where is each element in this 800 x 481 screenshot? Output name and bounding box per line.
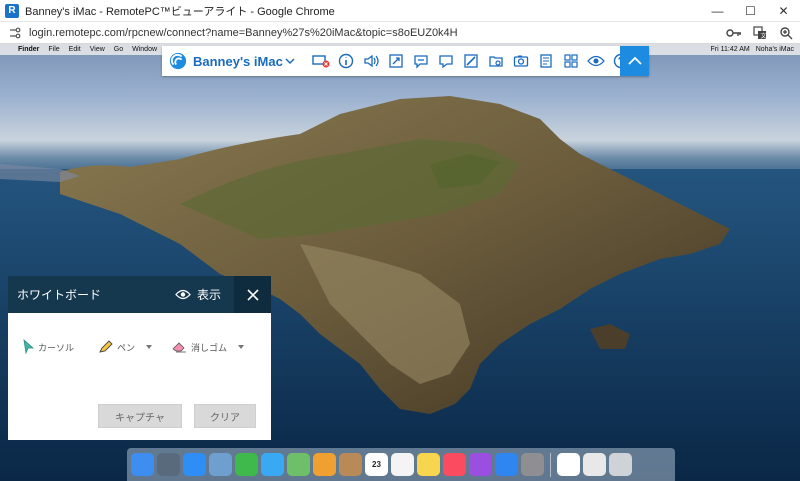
menu-go[interactable]: Go: [114, 46, 123, 53]
window-titlebar: R Banney's iMac - RemotePC™ビューアライト - Goo…: [0, 0, 800, 22]
pen-tool[interactable]: ペン: [98, 340, 153, 354]
menu-window[interactable]: Window: [132, 46, 157, 53]
whiteboard-show-label: 表示: [197, 288, 222, 302]
chevron-down-icon[interactable]: [285, 56, 295, 66]
menubar-status: Fri 11:42 AM Noha's iMac: [711, 44, 794, 55]
notes-icon[interactable]: [534, 49, 559, 73]
whiteboard-icon[interactable]: [459, 49, 484, 73]
address-bar: login.remotepc.com/rpcnew/connect?name=B…: [0, 22, 800, 44]
screenshot-icon[interactable]: [509, 49, 534, 73]
safari-icon[interactable]: [183, 453, 206, 476]
eye-icon: [175, 289, 191, 300]
menubar-clock[interactable]: Fri 11:42 AM: [711, 46, 750, 53]
trash-icon[interactable]: [609, 453, 632, 476]
cursor-icon: [23, 339, 35, 355]
menu-file[interactable]: File: [48, 46, 59, 53]
finder-icon[interactable]: [131, 453, 154, 476]
chrome-icon[interactable]: [557, 453, 580, 476]
eraser-dropdown-icon[interactable]: [238, 345, 245, 349]
window-controls: — ☐ ✕: [701, 0, 800, 22]
remotepc-app-icon: R: [5, 3, 19, 18]
app-store-icon[interactable]: [495, 453, 518, 476]
svg-text:文: 文: [761, 32, 767, 40]
whiteboard-tools: カーソル ペン 消しゴム: [22, 339, 245, 355]
key-icon[interactable]: [726, 25, 742, 41]
close-button[interactable]: ✕: [767, 0, 800, 22]
system-preferences-icon[interactable]: [521, 453, 544, 476]
messages-icon[interactable]: [261, 453, 284, 476]
whiteboard-title: ホワイトボード: [17, 288, 102, 302]
whiteboard-show-toggle[interactable]: 表示: [175, 276, 221, 313]
menu-edit[interactable]: Edit: [69, 46, 81, 53]
whiteboard-header: ホワイトボード 表示: [8, 276, 271, 313]
info-icon[interactable]: [334, 49, 359, 73]
mac-dock: 23: [127, 448, 675, 481]
url-text[interactable]: login.remotepc.com/rpcnew/connect?name=B…: [29, 27, 458, 39]
pen-dropdown-icon[interactable]: [146, 345, 153, 349]
remotepc-logo-icon: [169, 52, 187, 70]
menu-finder[interactable]: Finder: [18, 46, 39, 53]
toolbar-tools: [309, 49, 634, 73]
clear-button[interactable]: クリア: [194, 404, 256, 428]
maximize-button[interactable]: ☐: [734, 0, 767, 22]
eraser-icon: [172, 342, 187, 353]
maps-icon[interactable]: [287, 453, 310, 476]
cursor-tool[interactable]: カーソル: [22, 339, 74, 355]
photos-icon[interactable]: [313, 453, 336, 476]
zoom-icon[interactable]: [778, 25, 794, 41]
translate-icon[interactable]: 文: [752, 25, 768, 41]
message-icon[interactable]: [434, 49, 459, 73]
eraser-tool-label: 消しゴム: [191, 342, 228, 353]
minimize-button[interactable]: —: [701, 0, 734, 22]
remotepc-toolbar: Banney's iMac: [162, 46, 649, 76]
chevron-up-icon: [627, 56, 642, 65]
document-icon[interactable]: [583, 453, 606, 476]
notes-icon[interactable]: [417, 453, 440, 476]
whiteboard-close-button[interactable]: [234, 276, 271, 313]
collapse-toolbar-button[interactable]: [620, 46, 649, 76]
view-icon[interactable]: [584, 49, 609, 73]
music-icon[interactable]: [443, 453, 466, 476]
close-icon: [246, 288, 259, 301]
fullscreen-icon[interactable]: [384, 49, 409, 73]
menubar-user[interactable]: Noha's iMac: [756, 46, 794, 53]
cursor-tool-label: カーソル: [38, 342, 75, 353]
whiteboard-panel: カーソル ペン 消しゴム キャプチャ クリア: [8, 313, 271, 440]
disconnect-display-icon[interactable]: [309, 49, 334, 73]
preview-icon[interactable]: [209, 453, 232, 476]
facetime-icon[interactable]: [235, 453, 258, 476]
capture-button[interactable]: キャプチャ: [98, 404, 182, 428]
computer-name[interactable]: Banney's iMac: [193, 54, 283, 69]
window-title: Banney's iMac - RemotePC™ビューアライト - Googl…: [25, 5, 335, 18]
calendar-icon[interactable]: 23: [365, 453, 388, 476]
monitors-icon[interactable]: [559, 49, 584, 73]
podcasts-icon[interactable]: [469, 453, 492, 476]
site-info-icon[interactable]: [8, 26, 22, 40]
chat-icon[interactable]: [409, 49, 434, 73]
pen-tool-label: ペン: [117, 342, 136, 353]
address-bar-actions: 文: [726, 25, 794, 41]
dock-separator: [550, 452, 551, 477]
volume-icon[interactable]: [359, 49, 384, 73]
menu-view[interactable]: View: [90, 46, 105, 53]
reminders-icon[interactable]: [391, 453, 414, 476]
file-transfer-icon[interactable]: [484, 49, 509, 73]
launchpad-icon[interactable]: [157, 453, 180, 476]
pen-icon: [99, 340, 113, 353]
contacts-icon[interactable]: [339, 453, 362, 476]
eraser-tool[interactable]: 消しゴム: [172, 341, 245, 354]
